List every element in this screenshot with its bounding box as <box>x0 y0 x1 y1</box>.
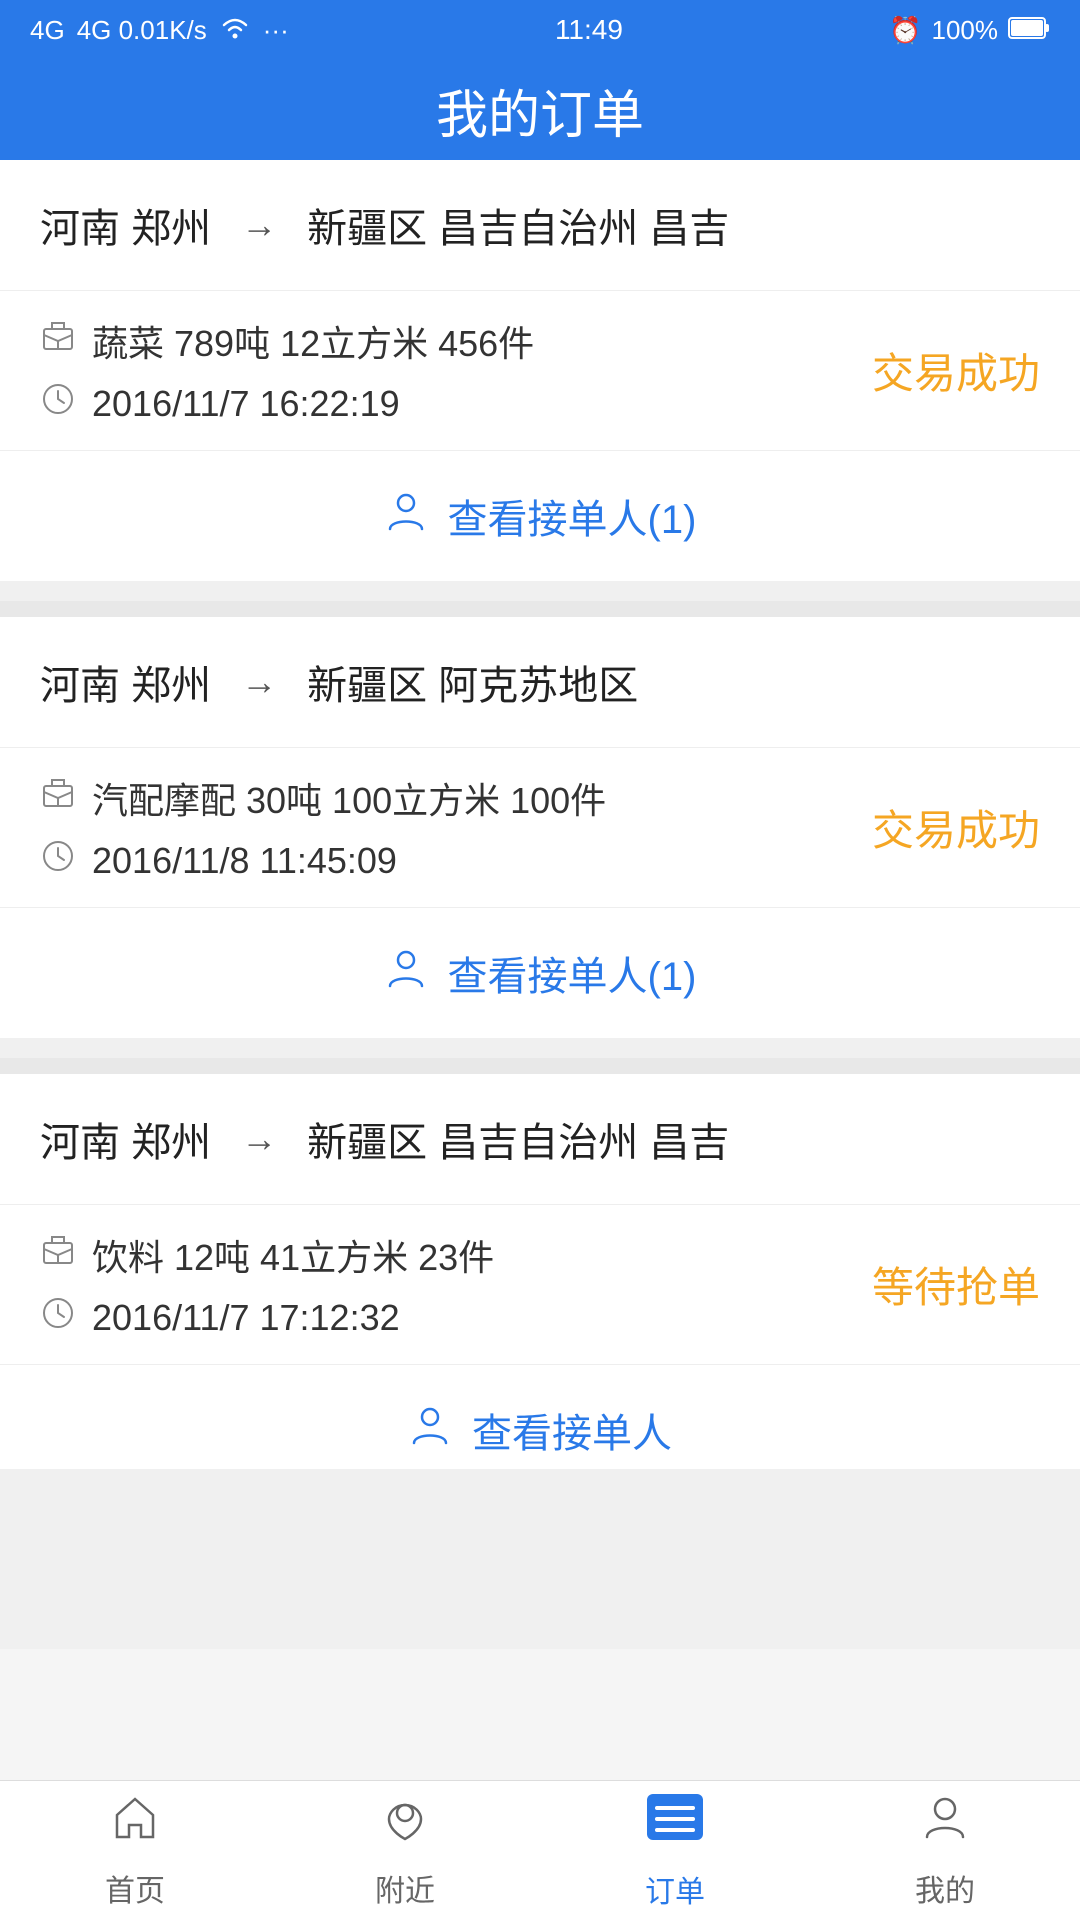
nearby-icon <box>379 1791 431 1856</box>
alarm-icon: ⏰ <box>889 15 921 46</box>
view-acceptor-btn-2[interactable]: 查看接单人(1) <box>0 908 1080 1038</box>
orders-icon <box>643 1790 707 1857</box>
datetime-text-1: 2016/11/7 16:22:19 <box>92 383 400 425</box>
order-route-2: 河南 郑州 → 新疆区 阿克苏地区 <box>0 617 1080 748</box>
clock-icon-1 <box>40 381 76 426</box>
home-icon <box>109 1791 161 1856</box>
route-arrow-2: → <box>241 661 277 703</box>
order-card-2: 河南 郑州 → 新疆区 阿克苏地区 <box>0 617 1080 1038</box>
nav-item-nearby[interactable]: 附近 <box>270 1791 540 1910</box>
person-icon-3 <box>408 1403 452 1457</box>
to-location-1: 新疆区 昌吉自治州 昌吉 <box>307 196 729 254</box>
page-title: 我的订单 <box>436 73 644 148</box>
goods-text-3: 饮料 12吨 41立方米 23件 <box>92 1229 494 1281</box>
goods-line-2: 汽配摩配 30吨 100立方米 100件 <box>40 772 852 824</box>
nav-item-orders[interactable]: 订单 <box>540 1790 810 1911</box>
goods-text-1: 蔬菜 789吨 12立方米 456件 <box>92 315 534 367</box>
order-info-row-3: 饮料 12吨 41立方米 23件 2016/11/7 17:12:32 等待抢单 <box>0 1205 1080 1364</box>
datetime-text-3: 2016/11/7 17:12:32 <box>92 1297 400 1339</box>
orders-label: 订单 <box>645 1867 705 1911</box>
from-location-1: 河南 郑州 <box>40 196 211 254</box>
nav-item-profile[interactable]: 我的 <box>810 1791 1080 1910</box>
box-icon-1 <box>40 319 76 364</box>
nav-item-home[interactable]: 首页 <box>0 1791 270 1910</box>
time-line-1: 2016/11/7 16:22:19 <box>40 381 852 426</box>
bottom-navigation: 首页 附近 订单 我的 <box>0 1780 1080 1920</box>
acceptor-label-3: 查看接单人 <box>472 1401 672 1459</box>
order-info-3: 饮料 12吨 41立方米 23件 2016/11/7 17:12:32 等待抢单 <box>0 1205 1080 1365</box>
view-acceptor-btn-1[interactable]: 查看接单人(1) <box>0 451 1080 581</box>
battery-text: 100% <box>932 15 999 46</box>
order-details-2: 汽配摩配 30吨 100立方米 100件 2016/11/8 11:45:09 <box>40 748 852 907</box>
status-right: ⏰ 100% <box>889 15 1050 46</box>
separator-2 <box>0 1058 1080 1074</box>
speed-text: 4G 0.01K/s <box>77 15 207 46</box>
order-details-1: 蔬菜 789吨 12立方米 456件 2016/11/7 16:22:19 <box>40 291 852 450</box>
from-location-2: 河南 郑州 <box>40 653 211 711</box>
clock-icon-3 <box>40 1295 76 1340</box>
box-icon-2 <box>40 776 76 821</box>
order-info-1: 蔬菜 789吨 12立方米 456件 2016/11/7 16:22:19 交易… <box>0 291 1080 451</box>
order-details-3: 饮料 12吨 41立方米 23件 2016/11/7 17:12:32 <box>40 1205 852 1364</box>
profile-label: 我的 <box>915 1866 975 1910</box>
status-bar: 4G 4G 0.01K/s ··· 11:49 ⏰ 100% <box>0 0 1080 60</box>
view-acceptor-btn-3[interactable]: 查看接单人 <box>0 1365 1080 1469</box>
page-header: 我的订单 <box>0 60 1080 160</box>
order-info-row-2: 汽配摩配 30吨 100立方米 100件 2016/11/8 11:45:09 … <box>0 748 1080 907</box>
acceptor-label-1: 查看接单人(1) <box>448 487 697 545</box>
more-icon: ··· <box>263 15 289 46</box>
person-icon-2 <box>384 946 428 1000</box>
route-arrow-3: → <box>241 1118 277 1160</box>
order-card-3: 河南 郑州 → 新疆区 昌吉自治州 昌吉 <box>0 1074 1080 1469</box>
time-line-3: 2016/11/7 17:12:32 <box>40 1295 852 1340</box>
nearby-label: 附近 <box>375 1866 435 1910</box>
separator-1 <box>0 601 1080 617</box>
order-status-3: 等待抢单 <box>872 1254 1040 1315</box>
to-location-3: 新疆区 昌吉自治州 昌吉 <box>307 1110 729 1168</box>
status-left: 4G 4G 0.01K/s ··· <box>30 13 289 48</box>
order-status-1: 交易成功 <box>872 340 1040 401</box>
box-icon-3 <box>40 1233 76 1278</box>
to-location-2: 新疆区 阿克苏地区 <box>307 653 638 711</box>
order-card-1: 河南 郑州 → 新疆区 昌吉自治州 昌吉 <box>0 160 1080 581</box>
goods-line-1: 蔬菜 789吨 12立方米 456件 <box>40 315 852 367</box>
order-info-2: 汽配摩配 30吨 100立方米 100件 2016/11/8 11:45:09 … <box>0 748 1080 908</box>
battery-icon <box>1008 15 1050 46</box>
signal-icon: 4G <box>30 15 65 46</box>
goods-line-3: 饮料 12吨 41立方米 23件 <box>40 1229 852 1281</box>
clock-icon-2 <box>40 838 76 883</box>
order-route-1: 河南 郑州 → 新疆区 昌吉自治州 昌吉 <box>0 160 1080 291</box>
home-label: 首页 <box>105 1866 165 1910</box>
datetime-text-2: 2016/11/8 11:45:09 <box>92 840 397 882</box>
time-display: 11:49 <box>555 14 623 46</box>
person-icon-1 <box>384 489 428 543</box>
route-arrow-1: → <box>241 204 277 246</box>
orders-list: 河南 郑州 → 新疆区 昌吉自治州 昌吉 <box>0 160 1080 1649</box>
wifi-icon <box>219 13 251 48</box>
from-location-3: 河南 郑州 <box>40 1110 211 1168</box>
order-status-2: 交易成功 <box>872 797 1040 858</box>
acceptor-label-2: 查看接单人(1) <box>448 944 697 1002</box>
time-line-2: 2016/11/8 11:45:09 <box>40 838 852 883</box>
profile-icon <box>919 1791 971 1856</box>
goods-text-2: 汽配摩配 30吨 100立方米 100件 <box>92 772 606 824</box>
order-route-3: 河南 郑州 → 新疆区 昌吉自治州 昌吉 <box>0 1074 1080 1205</box>
order-info-row-1: 蔬菜 789吨 12立方米 456件 2016/11/7 16:22:19 交易… <box>0 291 1080 450</box>
